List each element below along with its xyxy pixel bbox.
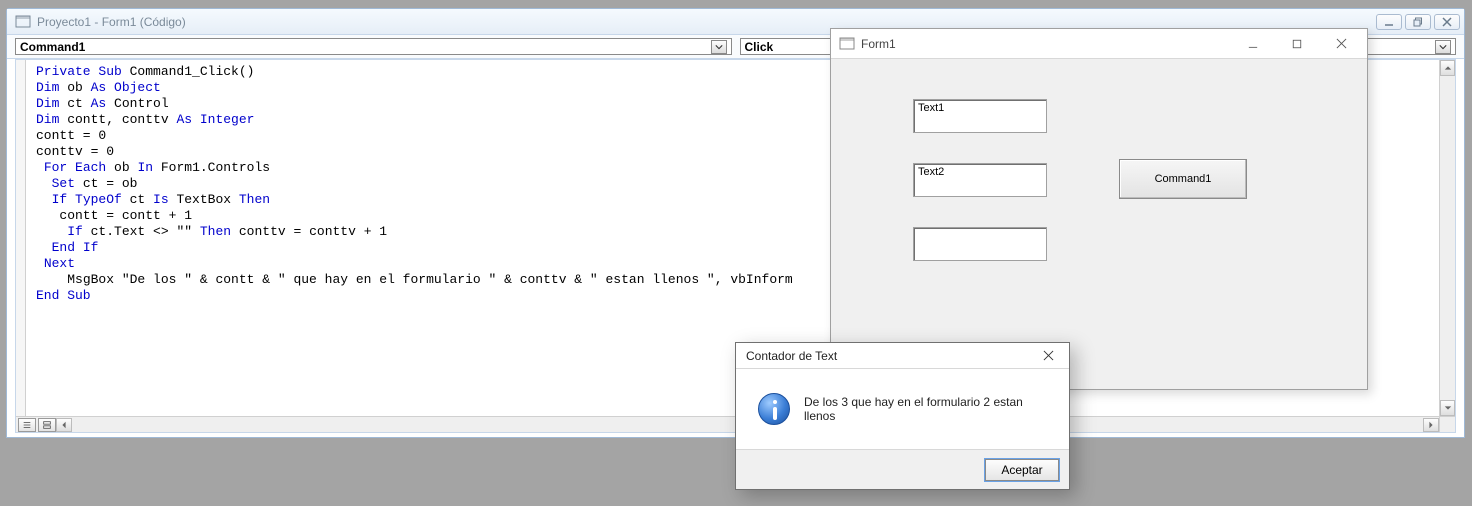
messagebox-text: De los 3 que hay en el formulario 2 esta…: [804, 395, 1053, 423]
messagebox-titlebar[interactable]: Contador de Text: [736, 343, 1069, 369]
vertical-scrollbar[interactable]: [1439, 60, 1455, 416]
form1-window: Form1 Text1 Text2 Command1: [830, 28, 1368, 390]
horizontal-scrollbar[interactable]: [16, 416, 1439, 432]
chevron-down-icon: [1435, 40, 1451, 54]
text2-input[interactable]: Text2: [913, 163, 1047, 197]
close-button[interactable]: [1033, 345, 1063, 367]
form1-body: Text1 Text2 Command1: [831, 59, 1367, 389]
command1-button[interactable]: Command1: [1119, 159, 1247, 199]
vb-form-icon: [15, 14, 31, 30]
minimize-button[interactable]: [1231, 30, 1275, 58]
messagebox: Contador de Text De los 3 que hay en el …: [735, 342, 1070, 490]
scroll-corner: [1439, 416, 1455, 432]
text1-input[interactable]: Text1: [913, 99, 1047, 133]
code-gutter: [16, 60, 26, 432]
maximize-button[interactable]: [1275, 30, 1319, 58]
close-button[interactable]: [1319, 30, 1363, 58]
messagebox-footer: Aceptar: [736, 449, 1069, 489]
scroll-up-icon[interactable]: [1440, 60, 1455, 76]
text3-input[interactable]: [913, 227, 1047, 261]
messagebox-body: De los 3 que hay en el formulario 2 esta…: [736, 369, 1069, 449]
messagebox-title: Contador de Text: [746, 349, 837, 363]
scroll-left-icon[interactable]: [56, 418, 72, 432]
information-icon: [758, 393, 790, 425]
restore-button[interactable]: [1405, 14, 1431, 30]
object-combo-value: Command1: [20, 40, 711, 54]
scroll-down-icon[interactable]: [1440, 400, 1455, 416]
ok-button[interactable]: Aceptar: [985, 459, 1059, 481]
code-window-title: Proyecto1 - Form1 (Código): [37, 15, 186, 29]
chevron-down-icon: [711, 40, 727, 54]
full-module-view-icon[interactable]: [38, 418, 56, 432]
scroll-right-icon[interactable]: [1423, 418, 1439, 432]
object-combo[interactable]: Command1: [15, 38, 732, 55]
close-button[interactable]: [1434, 14, 1460, 30]
form1-title: Form1: [861, 37, 896, 51]
minimize-button[interactable]: [1376, 14, 1402, 30]
form1-titlebar[interactable]: Form1: [831, 29, 1367, 59]
procedure-view-icon[interactable]: [18, 418, 36, 432]
vb-form-icon: [839, 36, 855, 52]
